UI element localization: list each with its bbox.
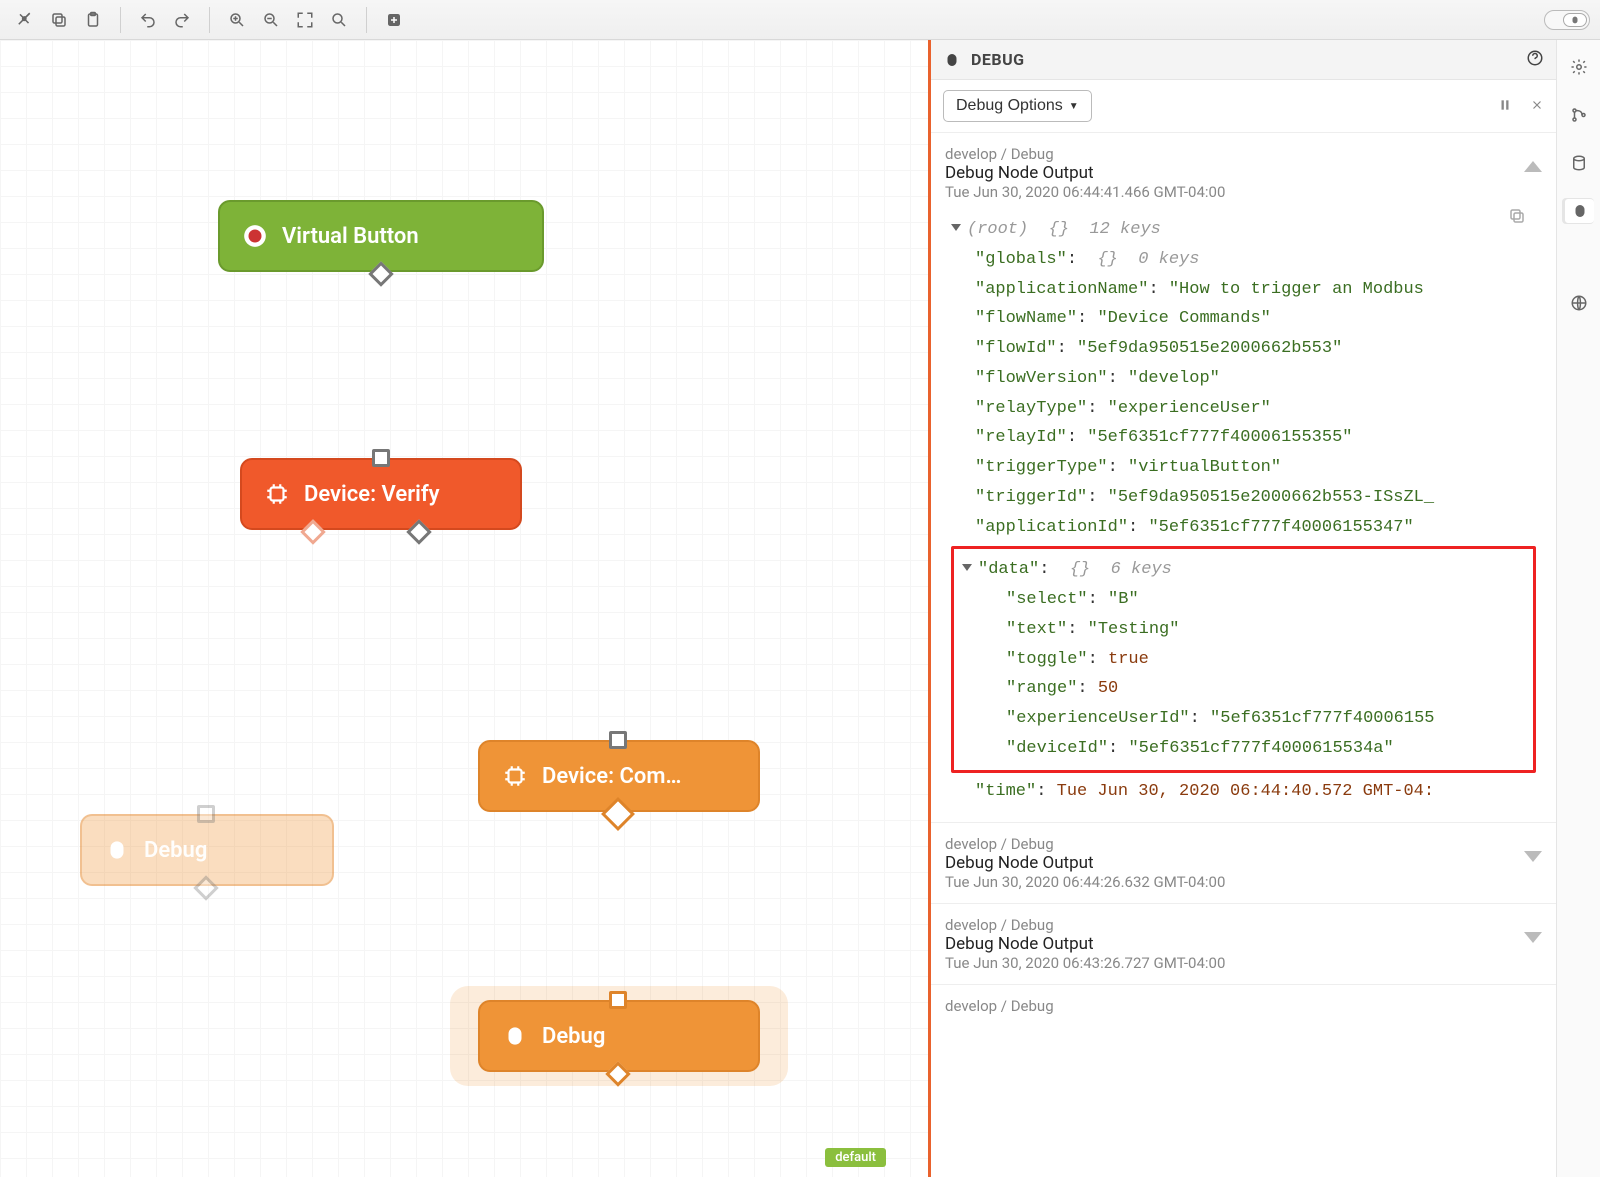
node-label: Device: Com… bbox=[542, 764, 681, 789]
node-label: Debug bbox=[542, 1024, 605, 1049]
record-icon bbox=[242, 223, 268, 249]
entry-title: Debug Node Output bbox=[945, 934, 1542, 954]
port-in[interactable] bbox=[609, 731, 627, 749]
debug-entry[interactable]: develop / Debug Debug Node Output Tue Ju… bbox=[931, 133, 1556, 823]
storage-tab[interactable] bbox=[1566, 150, 1592, 176]
cut-button[interactable] bbox=[10, 5, 40, 35]
node-label: Virtual Button bbox=[282, 224, 419, 249]
collapse-icon[interactable] bbox=[1524, 161, 1542, 172]
debug-panel: DEBUG Debug Options ▼ develop / Debug De… bbox=[928, 40, 1556, 1177]
help-icon[interactable] bbox=[1526, 49, 1544, 71]
bug-icon bbox=[943, 51, 961, 69]
globe-tab[interactable] bbox=[1566, 290, 1592, 316]
entry-timestamp: Tue Jun 30, 2020 06:44:41.466 GMT-04:00 bbox=[945, 183, 1542, 201]
entry-breadcrumb: develop / Debug bbox=[945, 835, 1542, 853]
entry-breadcrumb: develop / Debug bbox=[945, 145, 1542, 163]
node-label: Device: Verify bbox=[304, 482, 440, 507]
debug-subbar: Debug Options ▼ bbox=[931, 80, 1556, 133]
entry-timestamp: Tue Jun 30, 2020 06:44:26.632 GMT-04:00 bbox=[945, 873, 1542, 891]
debug-header: DEBUG bbox=[931, 40, 1556, 80]
node-label: Debug bbox=[144, 838, 207, 863]
node-debug[interactable]: Debug bbox=[478, 1000, 760, 1072]
zoom-reset-button[interactable] bbox=[324, 5, 354, 35]
undo-button[interactable] bbox=[133, 5, 163, 35]
version-badge: default bbox=[825, 1148, 886, 1167]
zoom-out-button[interactable] bbox=[256, 5, 286, 35]
redo-button[interactable] bbox=[167, 5, 197, 35]
expand-icon[interactable] bbox=[1524, 932, 1542, 943]
pause-button[interactable] bbox=[1498, 97, 1512, 116]
expand-icon[interactable] bbox=[1524, 851, 1542, 862]
right-rail bbox=[1556, 40, 1600, 1177]
debug-toggle[interactable] bbox=[1544, 10, 1590, 30]
add-button[interactable] bbox=[379, 5, 409, 35]
copy-button[interactable] bbox=[44, 5, 74, 35]
port-in[interactable] bbox=[609, 991, 627, 1009]
entry-title: Debug Node Output bbox=[945, 163, 1542, 183]
debug-tab[interactable] bbox=[1564, 198, 1594, 224]
chip-icon bbox=[502, 763, 528, 789]
node-debug-disabled[interactable]: Debug bbox=[80, 814, 334, 886]
copy-json-button[interactable] bbox=[1508, 207, 1526, 237]
debug-entry[interactable]: develop / Debug bbox=[931, 985, 1556, 1015]
chip-icon bbox=[264, 481, 290, 507]
entry-breadcrumb: develop / Debug bbox=[945, 916, 1542, 934]
port-in[interactable] bbox=[197, 805, 215, 823]
highlighted-data-block: "data": {} 6 keys "select": "B" "text": … bbox=[951, 546, 1536, 772]
settings-tab[interactable] bbox=[1566, 54, 1592, 80]
versions-tab[interactable] bbox=[1566, 102, 1592, 128]
caret-down-icon: ▼ bbox=[1069, 101, 1079, 112]
entry-breadcrumb: develop / Debug bbox=[945, 997, 1542, 1015]
zoom-fit-button[interactable] bbox=[290, 5, 320, 35]
debug-options-button[interactable]: Debug Options ▼ bbox=[943, 90, 1092, 122]
bug-icon bbox=[502, 1023, 528, 1049]
panel-title: DEBUG bbox=[971, 50, 1025, 69]
close-button[interactable] bbox=[1530, 97, 1544, 116]
debug-entry[interactable]: develop / Debug Debug Node Output Tue Ju… bbox=[931, 823, 1556, 904]
entry-title: Debug Node Output bbox=[945, 853, 1542, 873]
node-device-command[interactable]: Device: Com… bbox=[478, 740, 760, 812]
bug-icon bbox=[104, 837, 130, 863]
debug-entry[interactable]: develop / Debug Debug Node Output Tue Ju… bbox=[931, 904, 1556, 985]
json-viewer: (root) {} 12 keys "globals": {} 0 keys "… bbox=[945, 201, 1542, 810]
toolbar bbox=[0, 0, 1600, 40]
entry-timestamp: Tue Jun 30, 2020 06:43:26.727 GMT-04:00 bbox=[945, 954, 1542, 972]
button-label: Debug Options bbox=[956, 97, 1063, 115]
port-in[interactable] bbox=[372, 449, 390, 467]
node-device-verify[interactable]: Device: Verify bbox=[240, 458, 522, 530]
flow-canvas[interactable]: Virtual Button Device: Verify Device: Co… bbox=[0, 40, 928, 1177]
zoom-in-button[interactable] bbox=[222, 5, 252, 35]
paste-button[interactable] bbox=[78, 5, 108, 35]
